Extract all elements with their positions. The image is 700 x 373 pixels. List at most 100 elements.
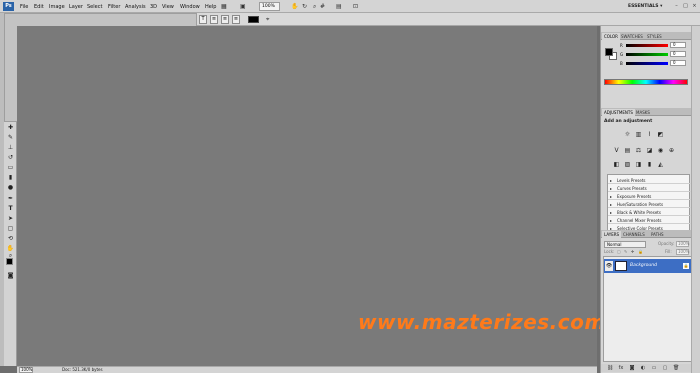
panel-foreground-swatch[interactable]	[605, 48, 613, 56]
green-slider[interactable]	[626, 53, 668, 56]
brush-icon[interactable]: ✎	[6, 134, 15, 142]
status-zoom-field[interactable]: 100%	[19, 367, 33, 373]
preset-item[interactable]: ▸ Channel Mixer Presets	[608, 217, 691, 224]
close-icon[interactable]: ×	[691, 3, 698, 10]
link-layers-icon[interactable]: ⛓	[607, 365, 613, 371]
3d-rotate-icon[interactable]: ⟲	[6, 235, 15, 243]
color-balance-icon[interactable]: ⚖	[634, 146, 643, 155]
tab-channels[interactable]: CHANNELS	[621, 231, 647, 238]
text-orientation-button[interactable]: T	[199, 15, 207, 24]
tab-layers[interactable]: LAYERS	[602, 231, 622, 238]
lock-position-icon[interactable]: ✚	[631, 249, 634, 255]
view-extras-icon[interactable]: ▣	[240, 2, 246, 11]
gradient-icon[interactable]: ▮	[6, 174, 15, 182]
rotate-view-icon[interactable]: ↻	[302, 2, 307, 11]
exposure-icon[interactable]: ◩	[656, 130, 665, 139]
new-layer-icon[interactable]: ▢	[662, 365, 668, 371]
black-white-icon[interactable]: ◪	[645, 146, 654, 155]
menu-filter[interactable]: Filter	[108, 3, 120, 11]
path-selection-icon[interactable]: ➤	[6, 215, 15, 223]
quick-mask-icon[interactable]: ◙	[6, 272, 15, 280]
tab-adjustments[interactable]: ADJUSTMENTS	[602, 109, 635, 116]
curves-icon[interactable]: ⌇	[645, 130, 654, 139]
group-icon[interactable]: ▭	[651, 365, 657, 371]
preset-item[interactable]: ▸ Curves Presets	[608, 185, 691, 192]
menu-edit[interactable]: Edit	[34, 3, 44, 11]
zoom-level-select[interactable]: 100%	[259, 2, 280, 11]
foreground-color-swatch[interactable]	[6, 258, 13, 265]
red-value-field[interactable]: 0	[670, 42, 686, 48]
selective-color-icon[interactable]: ◭	[656, 160, 665, 169]
posterize-icon[interactable]: ▨	[623, 160, 632, 169]
tab-swatches[interactable]: SWATCHES	[619, 33, 645, 40]
channel-mixer-icon[interactable]: ⊕	[667, 146, 676, 155]
menu-window[interactable]: Window	[180, 3, 200, 11]
zoom-tool-icon[interactable]: ⌕	[313, 2, 316, 11]
clone-stamp-icon[interactable]: ⊥	[6, 144, 15, 152]
hue-saturation-icon[interactable]: ▤	[623, 146, 632, 155]
color-spectrum-bar[interactable]	[604, 79, 688, 85]
red-slider[interactable]	[626, 44, 668, 47]
hand-tool-icon[interactable]: ✋	[291, 2, 298, 11]
preset-item[interactable]: ▸ Exposure Presets	[608, 193, 691, 200]
arrange-documents-icon[interactable]: ▤	[336, 2, 342, 11]
lock-pixels-icon[interactable]: ✎	[624, 249, 627, 255]
preset-item[interactable]: ▸ Black & White Presets	[608, 209, 691, 216]
menu-help[interactable]: Help	[205, 3, 216, 11]
menu-analysis[interactable]: Analysis	[125, 3, 146, 11]
lock-transparency-icon[interactable]: ▢	[617, 249, 621, 255]
align-left-icon[interactable]: ≡	[210, 15, 218, 24]
layer-mask-icon[interactable]: ◙	[629, 365, 635, 371]
screen-mode-icon[interactable]: ⊡	[353, 2, 358, 11]
layer-row[interactable]: 👁 Background 🔒	[604, 259, 693, 273]
lock-all-icon[interactable]: 🔒	[638, 249, 643, 255]
brightness-contrast-icon[interactable]: ☼	[623, 130, 632, 139]
menu-layer[interactable]: Layer	[69, 3, 83, 11]
workspace-switcher[interactable]: ESSENTIALS ▾	[628, 2, 670, 11]
history-brush-icon[interactable]: ↺	[6, 154, 15, 162]
tab-paths[interactable]: PATHS	[649, 231, 666, 238]
threshold-icon[interactable]: ◨	[634, 160, 643, 169]
dodge-icon[interactable]: ●	[6, 184, 15, 192]
bridge-icon[interactable]: ▦	[221, 2, 227, 11]
levels-icon[interactable]: ▥	[634, 130, 643, 139]
menu-3d[interactable]: 3D	[150, 3, 157, 11]
tab-masks[interactable]: MASKS	[634, 109, 652, 116]
align-right-icon[interactable]: ≡	[232, 15, 240, 24]
fill-field[interactable]: 100%	[676, 249, 689, 255]
menu-select[interactable]: Select	[87, 3, 102, 11]
document-canvas-area[interactable]: www.mazterizes.com	[17, 26, 605, 366]
photo-filter-icon[interactable]: ◉	[656, 146, 665, 155]
menu-view[interactable]: View	[162, 3, 174, 11]
green-value-field[interactable]: 0	[670, 51, 686, 57]
vibrance-icon[interactable]: V	[612, 146, 621, 155]
grid-icon[interactable]: #	[320, 2, 325, 11]
blend-mode-select[interactable]: Normal	[604, 241, 646, 248]
opacity-field[interactable]: 100%	[676, 241, 689, 247]
warp-text-icon[interactable]: ⌖	[266, 15, 269, 24]
delete-layer-icon[interactable]: 🗑	[673, 365, 679, 371]
menu-file[interactable]: File	[20, 3, 28, 11]
preset-item[interactable]: ▸ Levels Presets	[608, 177, 691, 184]
healing-brush-icon[interactable]: ✚	[6, 124, 15, 132]
rectangle-shape-icon[interactable]: ▢	[6, 225, 15, 233]
blue-value-field[interactable]: 0	[670, 60, 686, 66]
gradient-map-icon[interactable]: ▮	[645, 160, 654, 169]
layer-name[interactable]: Background	[630, 259, 657, 273]
menu-image[interactable]: Image	[49, 3, 65, 11]
blue-slider[interactable]	[626, 62, 668, 65]
layer-style-icon[interactable]: fx	[618, 365, 624, 371]
type-tool-icon[interactable]: T	[6, 205, 15, 213]
minimize-icon[interactable]: –	[673, 3, 680, 10]
pen-icon[interactable]: ✒	[6, 195, 15, 203]
tab-color[interactable]: COLOR	[602, 33, 620, 40]
tab-styles[interactable]: STYLES	[645, 33, 664, 40]
eraser-icon[interactable]: ▭	[6, 164, 15, 172]
preset-item[interactable]: ▸ Hue/Saturation Presets	[608, 201, 691, 208]
adjustment-layer-icon[interactable]: ◐	[640, 365, 646, 371]
align-center-icon[interactable]: ≡	[221, 15, 229, 24]
text-color-swatch[interactable]	[248, 16, 259, 23]
maximize-icon[interactable]: □	[682, 3, 689, 10]
document-size-info[interactable]: Doc: 521.3K/0 bytes	[62, 367, 103, 373]
invert-icon[interactable]: ◧	[612, 160, 621, 169]
